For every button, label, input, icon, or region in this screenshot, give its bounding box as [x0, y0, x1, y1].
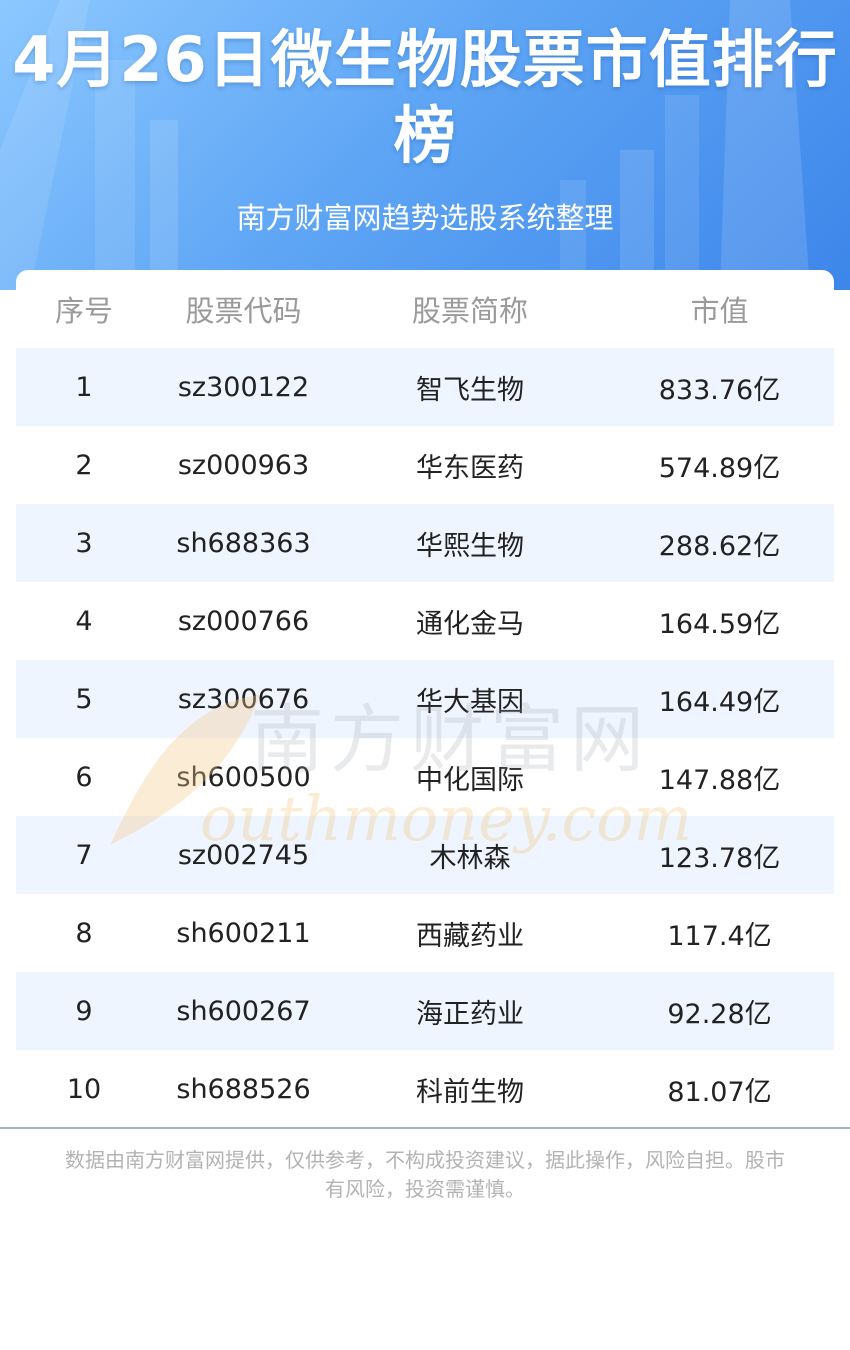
rank-cell: 4 [75, 605, 93, 637]
header-banner: 4月26日微生物股票市值排行榜 南方财富网趋势选股系统整理 [0, 0, 850, 290]
rank-cell: 6 [75, 761, 93, 793]
code-cell: sh600500 [176, 761, 311, 793]
name-cell: 华熙生物 [416, 530, 524, 562]
rank-cell: 8 [75, 917, 93, 949]
name-cell: 智飞生物 [416, 374, 524, 406]
name-cell: 海正药业 [416, 998, 524, 1030]
rank-cell: 3 [75, 527, 93, 559]
code-cell: sz000766 [177, 605, 310, 637]
table-header: 序号 股票代码 股票简称 市值 [16, 270, 834, 348]
column-header-rank: 序号 [54, 294, 113, 328]
table-row: 5 sz300676 华大基因 164.49亿 [16, 660, 834, 738]
table-row: 1 sz300122 智飞生物 833.76亿 [16, 348, 834, 426]
column-header-code: 股票代码 [185, 294, 302, 328]
name-cell: 西藏药业 [416, 920, 524, 952]
table-row: 3 sh688363 华熙生物 288.62亿 [16, 504, 834, 582]
table-row: 10 sh688526 科前生物 81.07亿 [16, 1050, 834, 1128]
table-row: 4 sz000766 通化金马 164.59亿 [16, 582, 834, 660]
table-body: 1 sz300122 智飞生物 833.76亿 2 sz000963 华东医药 … [16, 348, 834, 1128]
table-row: 6 sh600500 中化国际 147.88亿 [16, 738, 834, 816]
page-title: 4月26日微生物股票市值排行榜 [12, 23, 838, 172]
name-cell: 中化国际 [416, 764, 524, 796]
rank-cell: 2 [75, 449, 93, 481]
value-cell: 164.49亿 [658, 686, 781, 718]
value-cell: 81.07亿 [667, 1076, 772, 1108]
footer-divider [0, 1127, 850, 1129]
code-cell: sh600211 [176, 917, 311, 949]
name-cell: 华大基因 [416, 686, 524, 718]
value-cell: 288.62亿 [658, 530, 781, 562]
code-cell: sz000963 [177, 449, 310, 481]
code-cell: sz300122 [177, 371, 310, 403]
name-cell: 通化金马 [416, 608, 524, 640]
disclaimer-text: 数据由南方财富网提供，仅供参考，不构成投资建议，据此操作，风险自担。股市有风险，… [65, 1148, 785, 1201]
column-header-name: 股票简称 [411, 294, 528, 328]
code-cell: sz002745 [177, 839, 310, 871]
code-cell: sh688363 [176, 527, 311, 559]
name-cell: 华东医药 [416, 452, 524, 484]
value-cell: 574.89亿 [658, 452, 781, 484]
value-cell: 123.78亿 [658, 842, 781, 874]
table-row: 9 sh600267 海正药业 92.28亿 [16, 972, 834, 1050]
table-row: 8 sh600211 西藏药业 117.4亿 [16, 894, 834, 972]
code-cell: sh600267 [176, 995, 311, 1027]
rank-cell: 10 [66, 1073, 102, 1105]
rank-cell: 1 [75, 371, 93, 403]
name-cell: 科前生物 [416, 1076, 524, 1108]
value-cell: 164.59亿 [658, 608, 781, 640]
value-cell: 92.28亿 [667, 998, 772, 1030]
rank-cell: 5 [75, 683, 93, 715]
name-cell: 木林森 [429, 842, 511, 874]
table-row: 7 sz002745 木林森 123.78亿 [16, 816, 834, 894]
value-cell: 147.88亿 [658, 764, 781, 796]
rank-cell: 7 [75, 839, 93, 871]
page-subtitle: 南方财富网趋势选股系统整理 [236, 201, 614, 235]
code-cell: sz300676 [177, 683, 310, 715]
table-row: 2 sz000963 华东医药 574.89亿 [16, 426, 834, 504]
ranking-table: 序号 股票代码 股票简称 市值 1 sz300122 智飞生物 833.76亿 … [16, 270, 834, 1130]
code-cell: sh688526 [176, 1073, 311, 1105]
value-cell: 833.76亿 [658, 374, 781, 406]
column-header-value: 市值 [690, 294, 749, 328]
rank-cell: 9 [75, 995, 93, 1027]
value-cell: 117.4亿 [667, 920, 772, 952]
